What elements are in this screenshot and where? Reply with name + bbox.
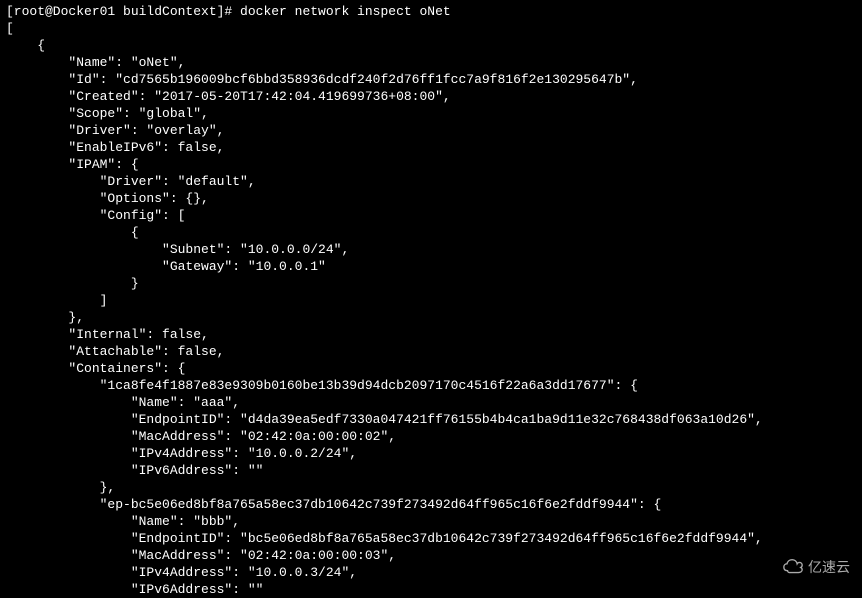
json-line: "IPv4Address": "10.0.0.3/24", xyxy=(6,564,856,581)
json-line: "ep-bc5e06ed8bf8a765a58ec37db10642c739f2… xyxy=(6,496,856,513)
command-prompt-line: [root@Docker01 buildContext]# docker net… xyxy=(6,3,856,20)
json-line: ] xyxy=(6,292,856,309)
json-line: "Driver": "default", xyxy=(6,173,856,190)
json-line: "Gateway": "10.0.0.1" xyxy=(6,258,856,275)
json-line: "Internal": false, xyxy=(6,326,856,343)
json-line: "Scope": "global", xyxy=(6,105,856,122)
cloud-icon xyxy=(782,556,804,578)
json-line: "IPAM": { xyxy=(6,156,856,173)
json-line: "Name": "oNet", xyxy=(6,54,856,71)
json-line: "Driver": "overlay", xyxy=(6,122,856,139)
json-line: "EndpointID": "bc5e06ed8bf8a765a58ec37db… xyxy=(6,530,856,547)
json-line: "Subnet": "10.0.0.0/24", xyxy=(6,241,856,258)
json-line: "Name": "aaa", xyxy=(6,394,856,411)
json-line: } xyxy=(6,275,856,292)
json-line: { xyxy=(6,37,856,54)
json-line: "Options": {}, xyxy=(6,190,856,207)
json-output: [ { "Name": "oNet", "Id": "cd7565b196009… xyxy=(6,20,856,598)
json-line: "EndpointID": "d4da39ea5edf7330a047421ff… xyxy=(6,411,856,428)
json-line: "IPv6Address": "" xyxy=(6,462,856,479)
json-line: }, xyxy=(6,309,856,326)
json-line: "Config": [ xyxy=(6,207,856,224)
terminal-output: [root@Docker01 buildContext]# docker net… xyxy=(6,3,856,598)
json-line: "Name": "bbb", xyxy=(6,513,856,530)
json-line: "Attachable": false, xyxy=(6,343,856,360)
json-line: "IPv6Address": "" xyxy=(6,581,856,598)
json-line: [ xyxy=(6,20,856,37)
watermark-text: 亿速云 xyxy=(808,559,850,576)
json-line: { xyxy=(6,224,856,241)
json-line: "1ca8fe4f1887e83e9309b0160be13b39d94dcb2… xyxy=(6,377,856,394)
json-line: "Containers": { xyxy=(6,360,856,377)
watermark: 亿速云 xyxy=(782,556,850,578)
json-line: "MacAddress": "02:42:0a:00:00:02", xyxy=(6,428,856,445)
json-line: "Id": "cd7565b196009bcf6bbd358936dcdf240… xyxy=(6,71,856,88)
json-line: "Created": "2017-05-20T17:42:04.41969973… xyxy=(6,88,856,105)
json-line: "IPv4Address": "10.0.0.2/24", xyxy=(6,445,856,462)
json-line: }, xyxy=(6,479,856,496)
json-line: "MacAddress": "02:42:0a:00:00:03", xyxy=(6,547,856,564)
json-line: "EnableIPv6": false, xyxy=(6,139,856,156)
